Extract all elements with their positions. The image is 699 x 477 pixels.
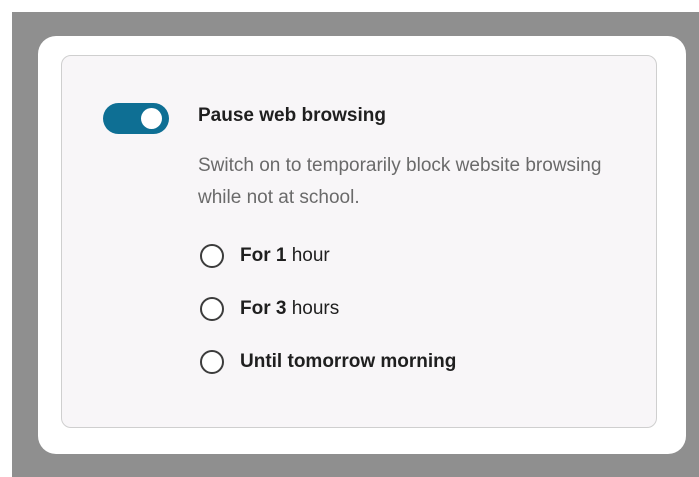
radio-button[interactable] (200, 244, 224, 268)
toggle-knob (141, 108, 162, 129)
option-3-hours[interactable]: For 3 hours (200, 295, 456, 323)
duration-options: For 1 hour For 3 hours Until tomorrow mo… (200, 242, 456, 401)
radio-button[interactable] (200, 350, 224, 374)
option-until-tomorrow-morning[interactable]: Until tomorrow morning (200, 348, 456, 376)
setting-description: Switch on to temporarily block website b… (198, 155, 602, 208)
option-1-hour[interactable]: For 1 hour (200, 242, 456, 270)
option-label: Until tomorrow morning (240, 351, 457, 372)
option-label: For 1 hour (240, 245, 330, 266)
setting-title: Pause web browsing (198, 105, 386, 126)
pause-browsing-toggle[interactable] (103, 103, 169, 134)
radio-button[interactable] (200, 297, 224, 321)
option-label: For 3 hours (240, 298, 340, 319)
pause-browsing-panel: Pause web browsing Switch on to temporar… (61, 55, 657, 428)
settings-dialog: Pause web browsing Switch on to temporar… (38, 36, 686, 454)
